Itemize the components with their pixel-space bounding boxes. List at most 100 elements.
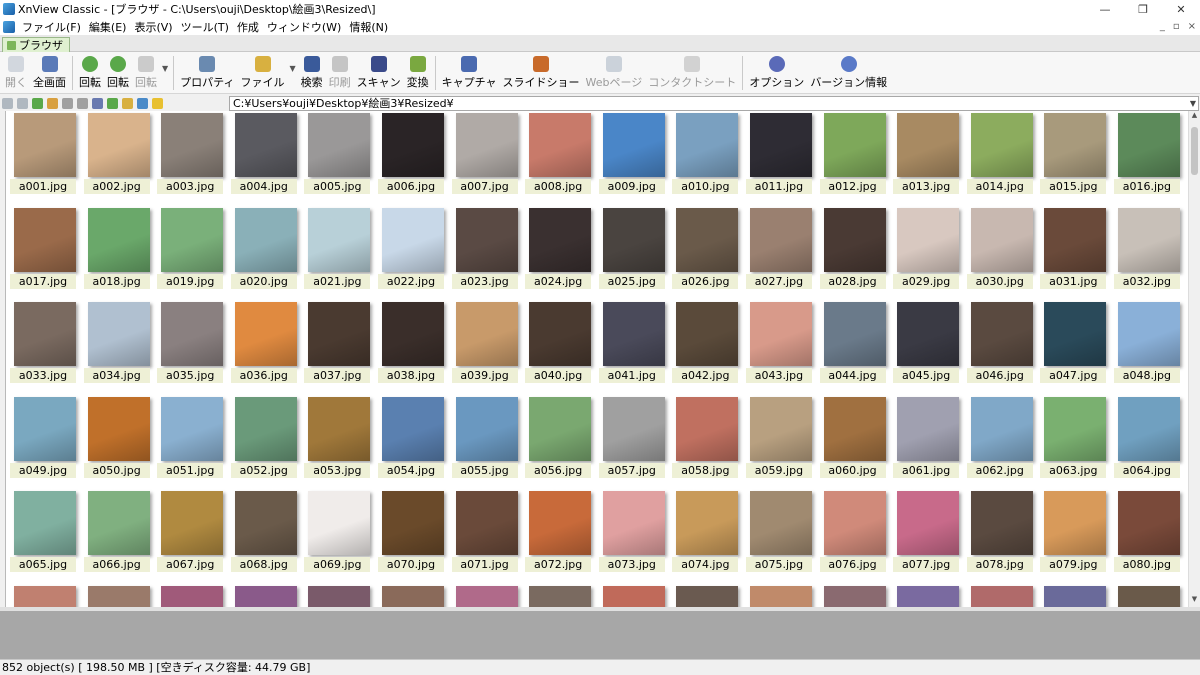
thumbnail-item[interactable] — [1110, 584, 1184, 607]
thumbnail-item[interactable]: a010.jpg — [668, 111, 742, 206]
thumbnail-item[interactable]: a052.jpg — [227, 395, 301, 490]
thumbnail-item[interactable]: a035.jpg — [153, 300, 227, 395]
options-button[interactable]: オプション — [746, 52, 807, 92]
print-button[interactable]: 印刷 — [326, 52, 354, 92]
thumbnail-item[interactable]: a032.jpg — [1110, 206, 1184, 301]
file-dropdown-arrow[interactable]: ▼ — [288, 64, 298, 73]
thumbnail-item[interactable]: a056.jpg — [521, 395, 595, 490]
thumbnail-item[interactable]: a075.jpg — [742, 489, 816, 584]
thumbnail-item[interactable]: a041.jpg — [595, 300, 669, 395]
properties-button[interactable]: プロパティ — [177, 52, 237, 92]
thumbnail-item[interactable]: a005.jpg — [300, 111, 374, 206]
search-button[interactable]: 検索 — [298, 52, 326, 92]
new-folder-icon[interactable] — [47, 97, 58, 109]
menu-tools[interactable]: ツール(T) — [177, 19, 233, 35]
webpage-button[interactable]: Webページ — [583, 52, 646, 92]
thumbnail-item[interactable]: a055.jpg — [448, 395, 522, 490]
thumbnail-item[interactable]: a021.jpg — [300, 206, 374, 301]
thumbnail-item[interactable]: a012.jpg — [816, 111, 890, 206]
document-menu-icon[interactable] — [3, 20, 15, 33]
thumbnail-item[interactable]: a063.jpg — [1036, 395, 1110, 490]
thumbnail-item[interactable]: a043.jpg — [742, 300, 816, 395]
menu-window[interactable]: ウィンドウ(W) — [263, 19, 345, 35]
thumbnail-item[interactable]: a018.jpg — [80, 206, 154, 301]
thumbnail-item[interactable] — [742, 584, 816, 607]
thumbnail-item[interactable] — [6, 584, 80, 607]
thumbnail-item[interactable]: a029.jpg — [889, 206, 963, 301]
thumbnail-item[interactable]: a015.jpg — [1036, 111, 1110, 206]
menu-file[interactable]: ファイル(F) — [18, 19, 85, 35]
thumbnail-item[interactable]: a057.jpg — [595, 395, 669, 490]
sort-icon[interactable] — [107, 97, 118, 109]
thumbnail-item[interactable] — [521, 584, 595, 607]
thumbnail-item[interactable]: a002.jpg — [80, 111, 154, 206]
thumbnail-item[interactable]: a050.jpg — [80, 395, 154, 490]
rotate-dropdown-arrow[interactable]: ▼ — [160, 64, 170, 73]
thumbnail-item[interactable]: a038.jpg — [374, 300, 448, 395]
thumbnail-item[interactable] — [889, 584, 963, 607]
vertical-scrollbar[interactable]: ▲ ▼ — [1188, 111, 1200, 607]
rotate-right-button[interactable]: 回転 — [104, 52, 132, 92]
thumbnail-item[interactable]: a072.jpg — [521, 489, 595, 584]
thumbnail-item[interactable] — [963, 584, 1037, 607]
thumbnail-item[interactable]: a030.jpg — [963, 206, 1037, 301]
thumbnail-item[interactable]: a048.jpg — [1110, 300, 1184, 395]
tab-browser[interactable]: ブラウザ — [2, 37, 70, 52]
maximize-button[interactable]: ❐ — [1124, 0, 1162, 18]
thumbnail-item[interactable]: a045.jpg — [889, 300, 963, 395]
thumbnail-item[interactable]: a078.jpg — [963, 489, 1037, 584]
thumbnail-item[interactable]: a060.jpg — [816, 395, 890, 490]
scroll-down-arrow[interactable]: ▼ — [1189, 595, 1200, 607]
thumbnail-item[interactable]: a066.jpg — [80, 489, 154, 584]
scan-button[interactable]: スキャン — [354, 52, 404, 92]
thumbnail-item[interactable]: a068.jpg — [227, 489, 301, 584]
thumbnail-item[interactable]: a070.jpg — [374, 489, 448, 584]
thumbnail-item[interactable]: a053.jpg — [300, 395, 374, 490]
menu-info[interactable]: 情報(N) — [345, 19, 392, 35]
thumbnail-item[interactable]: a051.jpg — [153, 395, 227, 490]
thumbnail-item[interactable]: a001.jpg — [6, 111, 80, 206]
up-folder-icon[interactable] — [32, 97, 43, 109]
open-button[interactable]: 開く — [2, 52, 30, 92]
file-button[interactable]: ファイル — [238, 52, 288, 92]
thumbnail-item[interactable]: a037.jpg — [300, 300, 374, 395]
refresh-icon[interactable] — [137, 97, 148, 109]
mdi-close-button[interactable]: × — [1188, 21, 1196, 32]
thumbnail-item[interactable]: a011.jpg — [742, 111, 816, 206]
thumbnail-item[interactable]: a046.jpg — [963, 300, 1037, 395]
thumbnail-item[interactable] — [448, 584, 522, 607]
thumbnail-item[interactable]: a033.jpg — [6, 300, 80, 395]
slideshow-button[interactable]: スライドショー — [500, 52, 583, 92]
menu-view[interactable]: 表示(V) — [130, 19, 176, 35]
thumbnail-item[interactable]: a071.jpg — [448, 489, 522, 584]
convert-button[interactable]: 変換 — [404, 52, 432, 92]
minimize-button[interactable]: — — [1086, 0, 1124, 18]
scroll-up-arrow[interactable]: ▲ — [1189, 111, 1200, 123]
thumbnail-item[interactable]: a076.jpg — [816, 489, 890, 584]
forward-arrow-icon[interactable] — [17, 97, 28, 109]
thumbnail-item[interactable]: a062.jpg — [963, 395, 1037, 490]
thumbnail-item[interactable]: a080.jpg — [1110, 489, 1184, 584]
thumbnail-item[interactable]: a003.jpg — [153, 111, 227, 206]
thumbnail-item[interactable]: a077.jpg — [889, 489, 963, 584]
thumbnail-item[interactable]: a025.jpg — [595, 206, 669, 301]
thumbnail-item[interactable]: a024.jpg — [521, 206, 595, 301]
menu-create[interactable]: 作成 — [233, 19, 263, 35]
thumbnail-item[interactable]: a004.jpg — [227, 111, 301, 206]
thumbnail-view[interactable]: a001.jpg a002.jpg a003.jpg a004.jpg a005.jpg… — [5, 111, 1188, 607]
thumbnail-item[interactable] — [668, 584, 742, 607]
thumbnail-item[interactable]: a006.jpg — [374, 111, 448, 206]
move-icon[interactable] — [62, 97, 73, 109]
address-dropdown-arrow[interactable]: ▼ — [1190, 97, 1196, 110]
thumbnail-item[interactable]: a008.jpg — [521, 111, 595, 206]
thumbnail-item[interactable] — [300, 584, 374, 607]
thumbnail-item[interactable]: a049.jpg — [6, 395, 80, 490]
thumbnail-item[interactable] — [80, 584, 154, 607]
thumbnail-item[interactable]: a044.jpg — [816, 300, 890, 395]
version-button[interactable]: バージョン情報 — [807, 52, 890, 92]
rotate-disabled-button[interactable]: 回転 — [132, 52, 160, 92]
thumbnail-item[interactable]: a039.jpg — [448, 300, 522, 395]
thumbnail-item[interactable]: a040.jpg — [521, 300, 595, 395]
thumbnail-item[interactable]: a079.jpg — [1036, 489, 1110, 584]
thumbnail-item[interactable]: a016.jpg — [1110, 111, 1184, 206]
